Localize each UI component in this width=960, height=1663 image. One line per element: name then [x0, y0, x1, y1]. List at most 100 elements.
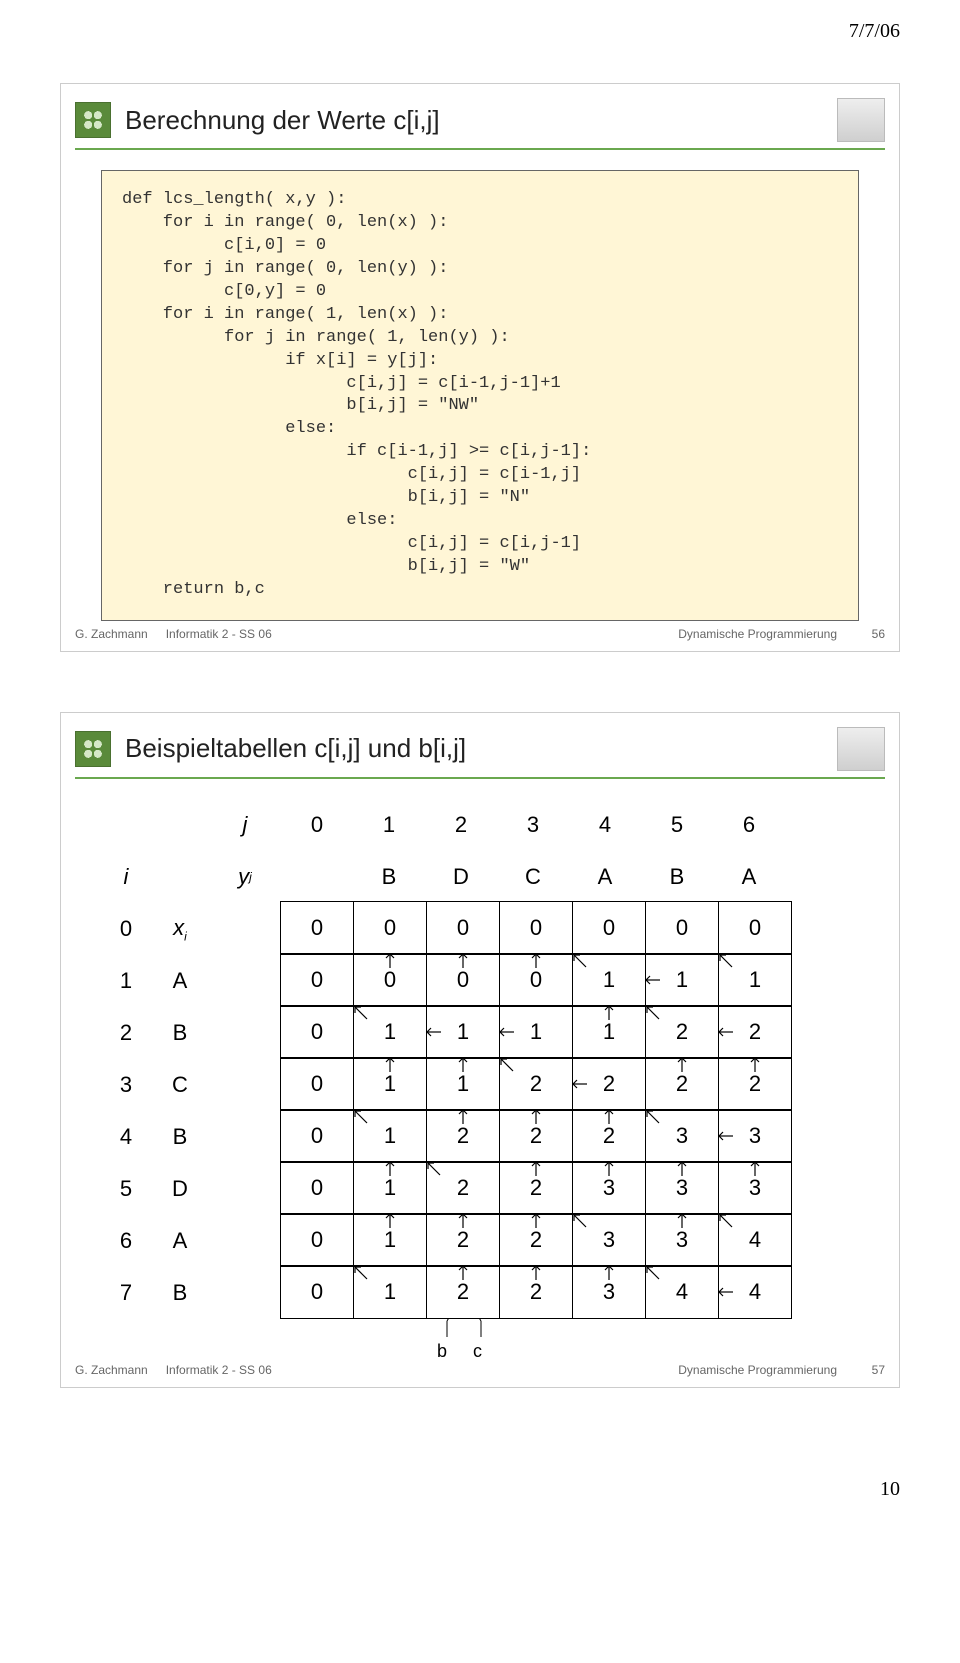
- table-cell: 1: [426, 1005, 500, 1059]
- col-letter: A: [713, 851, 785, 903]
- table-cell: 3: [572, 1213, 646, 1267]
- table-body: 0xi00000001A00001112B01111223C01122224B0…: [101, 903, 859, 1319]
- table-cell: 0: [280, 1109, 354, 1163]
- footer-author: G. Zachmann: [75, 627, 148, 641]
- table-header-j: j 0 1 2 3 4 5 6: [101, 799, 859, 851]
- footer-topic: Dynamische Programmierung: [272, 1363, 855, 1377]
- table-cell: 4: [718, 1213, 792, 1267]
- page-date: 7/7/06: [0, 0, 960, 43]
- col-letter: B: [641, 851, 713, 903]
- row-letter: B: [151, 1280, 209, 1306]
- table-cell: 0: [280, 1005, 354, 1059]
- table-cell: 2: [499, 1161, 573, 1215]
- table-cell: 2: [572, 1109, 646, 1163]
- arrow-diag-icon: [717, 952, 735, 970]
- arrow-diag-icon: [498, 1056, 516, 1074]
- table-cell: 2: [499, 1057, 573, 1111]
- table-cell: 2: [499, 1109, 573, 1163]
- row-letter: A: [151, 968, 209, 994]
- row-letter: A: [151, 1228, 209, 1254]
- col-letter: C: [497, 851, 569, 903]
- arrow-diag-icon: [717, 1212, 735, 1230]
- table-cell: 2: [645, 1057, 719, 1111]
- table-cell: 0: [572, 901, 646, 955]
- table-cell: 2: [645, 1005, 719, 1059]
- table-cell: 2: [426, 1109, 500, 1163]
- col-letter: D: [425, 851, 497, 903]
- col-idx: 6: [713, 799, 785, 851]
- table-cell: 3: [645, 1213, 719, 1267]
- slide1-header: Berechnung der Werte c[i,j]: [61, 84, 899, 148]
- col-idx: 2: [425, 799, 497, 851]
- arrow-left-icon: [571, 1078, 589, 1090]
- arrow-left-icon: [425, 1026, 443, 1038]
- slide-1: Berechnung der Werte c[i,j] def lcs_leng…: [60, 83, 900, 652]
- table-cell: 1: [353, 1057, 427, 1111]
- row-letter: xi: [151, 915, 209, 943]
- row-idx: 6: [101, 1228, 151, 1254]
- table-cell: 2: [426, 1213, 500, 1267]
- table-cell: 1: [572, 953, 646, 1007]
- table-cell: 3: [572, 1161, 646, 1215]
- slide1-footer: G. Zachmann Informatik 2 - SS 06 Dynamis…: [61, 627, 899, 641]
- table-cell: 3: [718, 1109, 792, 1163]
- divider: [75, 148, 885, 150]
- table-cell: 1: [426, 1057, 500, 1111]
- table-cell: 3: [572, 1265, 646, 1319]
- arrow-diag-icon: [352, 1108, 370, 1126]
- table-cell: 0: [280, 1213, 354, 1267]
- arrow-left-icon: [644, 974, 662, 986]
- footer-author: G. Zachmann: [75, 1363, 148, 1377]
- arrow-diag-icon: [644, 1264, 662, 1282]
- row-letter: B: [151, 1020, 209, 1046]
- chair-logo-icon: [837, 98, 885, 142]
- col-idx: 5: [641, 799, 713, 851]
- arrow-left-icon: [717, 1130, 735, 1142]
- col-yj-label: yj: [209, 851, 281, 903]
- uni-logo-icon: [75, 731, 111, 767]
- bc-hint: b c: [241, 1319, 859, 1357]
- slide2-title: Beispieltabellen c[i,j] und b[i,j]: [125, 733, 466, 764]
- col-idx: 4: [569, 799, 641, 851]
- table-row: 4B0122233: [101, 1111, 859, 1163]
- table-cell: 2: [426, 1161, 500, 1215]
- col-idx: 1: [353, 799, 425, 851]
- table-row: 5D0122333: [101, 1163, 859, 1215]
- table-cell: 2: [499, 1265, 573, 1319]
- hint-arrow-c-icon: [473, 1319, 489, 1343]
- table-cell: 1: [645, 953, 719, 1007]
- table-cell: 2: [572, 1057, 646, 1111]
- row-idx: 7: [101, 1280, 151, 1306]
- col-i-label: i: [101, 864, 151, 890]
- page-number: 10: [0, 1478, 960, 1531]
- uni-logo-icon: [75, 102, 111, 138]
- table-cell: 0: [426, 953, 500, 1007]
- arrow-diag-icon: [425, 1160, 443, 1178]
- arrow-left-icon: [717, 1286, 735, 1298]
- table-cell: 0: [353, 901, 427, 955]
- table-cell: 1: [572, 1005, 646, 1059]
- footer-course: Informatik 2 - SS 06: [166, 1363, 272, 1377]
- table-cell: 0: [718, 901, 792, 955]
- footer-topic: Dynamische Programmierung: [272, 627, 855, 641]
- table-row: 6A0122334: [101, 1215, 859, 1267]
- arrow-diag-icon: [352, 1004, 370, 1022]
- table-cell: 1: [718, 953, 792, 1007]
- table-cell: 3: [645, 1161, 719, 1215]
- row-idx: 0: [101, 916, 151, 942]
- table-cell: 4: [718, 1265, 792, 1319]
- footer-course: Informatik 2 - SS 06: [166, 627, 272, 641]
- col-idx: 0: [281, 799, 353, 851]
- arrow-diag-icon: [644, 1004, 662, 1022]
- row-letter: D: [151, 1176, 209, 1202]
- table-row: 3C0112222: [101, 1059, 859, 1111]
- table-cell: 2: [499, 1213, 573, 1267]
- footer-pagenum: 57: [855, 1363, 885, 1377]
- col-j-label: j: [209, 799, 281, 851]
- slide1-title: Berechnung der Werte c[i,j]: [125, 105, 440, 136]
- row-letter: B: [151, 1124, 209, 1150]
- table-cell: 0: [499, 953, 573, 1007]
- hint-c: c: [473, 1341, 482, 1362]
- row-letter: C: [151, 1072, 209, 1098]
- code-block: def lcs_length( x,y ): for i in range( 0…: [101, 170, 859, 621]
